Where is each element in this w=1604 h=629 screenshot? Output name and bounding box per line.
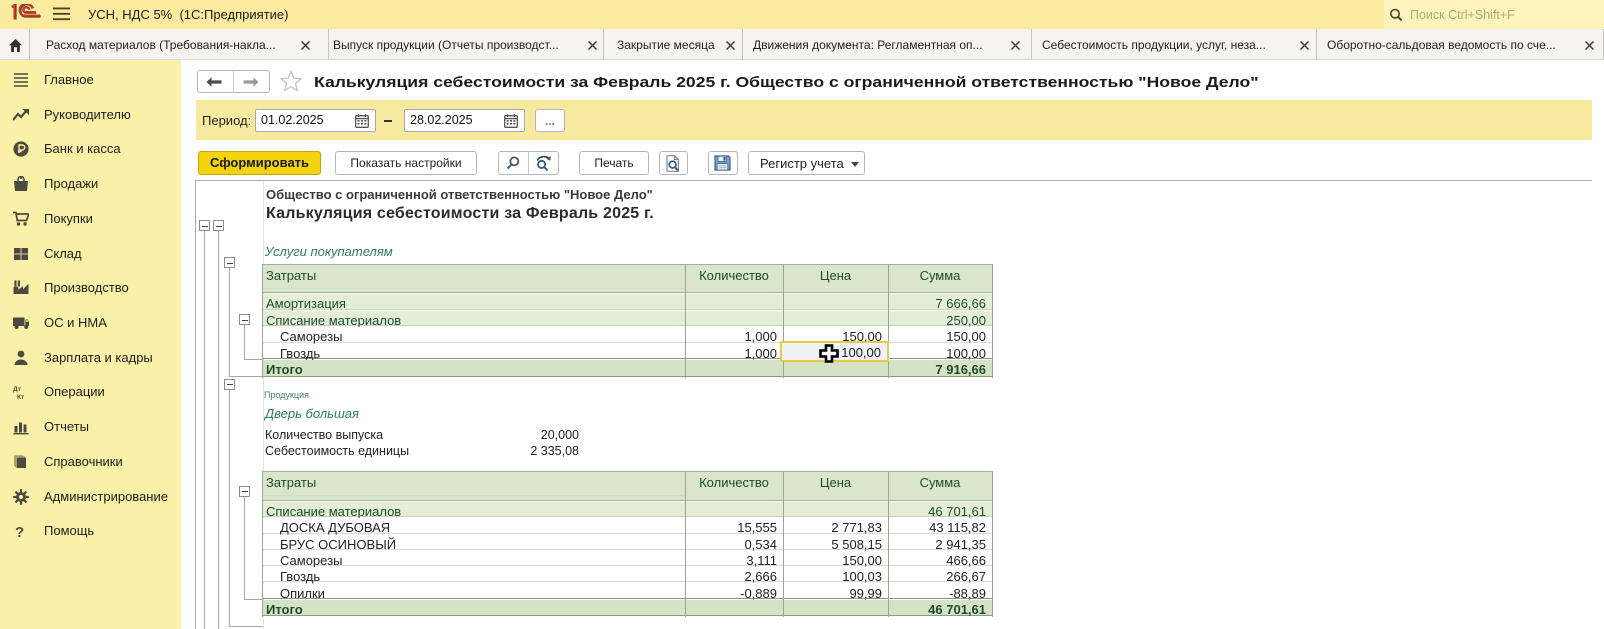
svg-text:?: ? [15, 524, 24, 539]
svg-text:Дт: Дт [13, 386, 21, 393]
svg-text:Кт: Кт [17, 394, 24, 400]
